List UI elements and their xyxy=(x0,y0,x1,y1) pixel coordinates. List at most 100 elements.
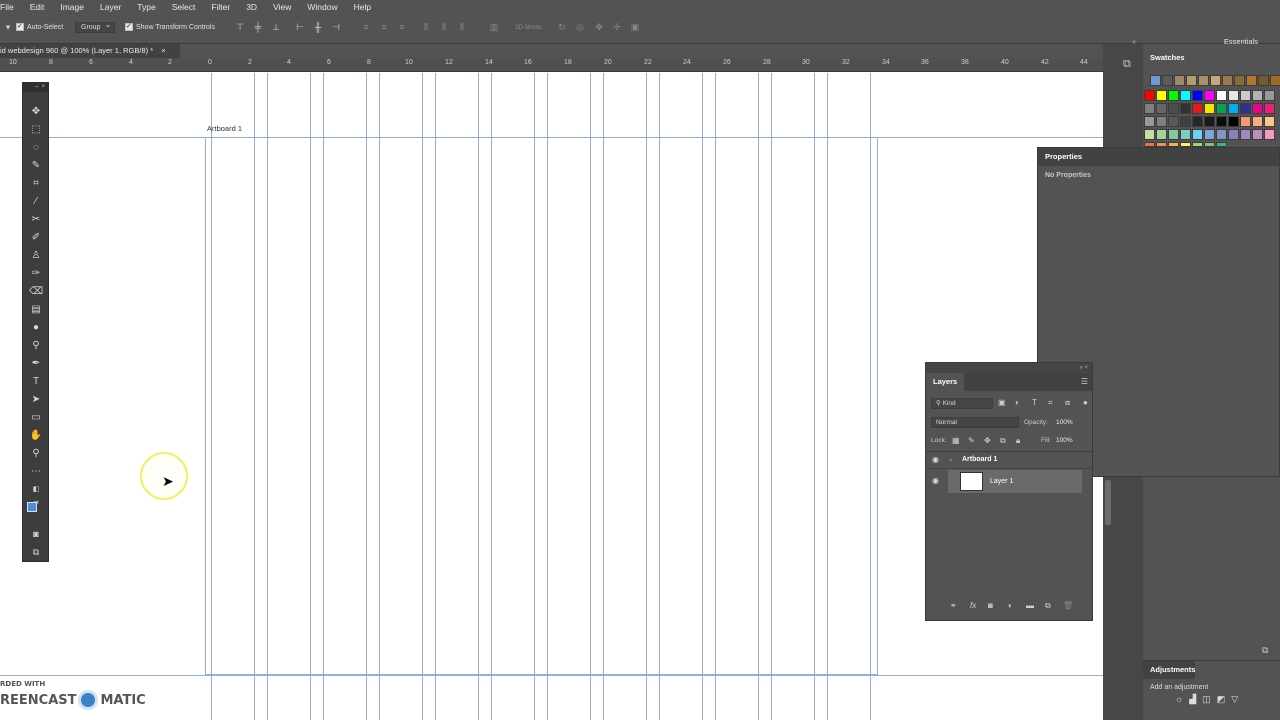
distribute-right-icon[interactable]: ⦀ xyxy=(457,22,467,32)
swatch[interactable] xyxy=(1192,129,1203,140)
fill-input[interactable]: 100% xyxy=(1056,437,1073,444)
swatch[interactable] xyxy=(1270,75,1280,86)
swatch[interactable] xyxy=(1180,103,1191,114)
more-icon[interactable]: ⋯ xyxy=(29,465,43,479)
3d-scale-icon[interactable]: ▣ xyxy=(630,22,640,32)
lock-all-icon[interactable]: 🔒︎ xyxy=(1016,436,1020,446)
zoom-icon[interactable]: ⚲ xyxy=(29,447,43,461)
eyedropper-icon[interactable]: ⁄ xyxy=(29,195,43,209)
distribute-bottom-icon[interactable]: ≡ xyxy=(397,22,407,32)
panel-menu-icon[interactable]: ☰ xyxy=(1081,377,1088,386)
rectangle-icon[interactable]: ▭ xyxy=(29,411,43,425)
adjustments-tab[interactable]: Adjustments xyxy=(1143,661,1195,679)
swatch[interactable] xyxy=(1252,129,1263,140)
swatch[interactable] xyxy=(1228,116,1239,127)
menu-help[interactable]: Help xyxy=(346,2,379,12)
swatch[interactable] xyxy=(1186,75,1197,86)
swatch[interactable] xyxy=(1264,116,1275,127)
swatch[interactable] xyxy=(1180,129,1191,140)
align-bottom-icon[interactable]: ⊥ xyxy=(271,22,281,32)
swatch[interactable] xyxy=(1216,103,1227,114)
properties-tab[interactable]: Properties xyxy=(1038,148,1279,166)
align-top-icon[interactable]: ⊤ xyxy=(235,22,245,32)
lock-position-icon[interactable]: ✥ xyxy=(984,436,991,445)
swatch[interactable] xyxy=(1198,75,1209,86)
document-tab[interactable]: id webdesign 960 @ 100% (Layer 1, RGB/8)… xyxy=(0,44,180,58)
collapse-dock-icon[interactable]: « xyxy=(1132,39,1136,46)
swatch[interactable] xyxy=(1216,90,1227,101)
menu-select[interactable]: Select xyxy=(164,2,204,12)
menu-type[interactable]: Type xyxy=(129,2,163,12)
filter-image-icon[interactable]: ▣ xyxy=(998,398,1006,407)
scrollbar-thumb[interactable] xyxy=(1105,480,1111,525)
gradient-icon[interactable]: ▤ xyxy=(29,303,43,317)
layer-row-layer1[interactable]: ◉ Layer 1 xyxy=(926,470,1092,493)
quick-select-icon[interactable]: ✎ xyxy=(29,159,43,173)
link-layers-icon[interactable]: ⚭ xyxy=(950,601,957,610)
swatch[interactable] xyxy=(1252,116,1263,127)
swatch[interactable] xyxy=(1168,90,1179,101)
menu-3d[interactable]: 3D xyxy=(238,2,265,12)
distribute-hcenter-icon[interactable]: ⦀ xyxy=(439,22,449,32)
swatch[interactable] xyxy=(1216,116,1227,127)
lock-pixels-icon[interactable]: ✎ xyxy=(968,436,975,445)
marquee-icon[interactable]: ⬚ xyxy=(29,123,43,137)
distribute-top-icon[interactable]: ≡ xyxy=(361,22,371,32)
blur-icon[interactable]: ● xyxy=(29,321,43,335)
swatches-tab[interactable]: Swatches xyxy=(1143,51,1193,65)
layers-panel-header[interactable]: » × xyxy=(926,363,1092,373)
swatch[interactable] xyxy=(1174,75,1185,86)
menu-file[interactable]: File xyxy=(0,2,22,12)
filter-type-icon[interactable]: T xyxy=(1032,398,1037,407)
swatch[interactable] xyxy=(1180,90,1191,101)
healing-icon[interactable]: ✂ xyxy=(29,213,43,227)
swatch[interactable] xyxy=(1204,90,1215,101)
swatch[interactable] xyxy=(1162,75,1173,86)
swatch[interactable] xyxy=(1192,116,1203,127)
align-left-icon[interactable]: ⊢ xyxy=(295,22,305,32)
swatch[interactable] xyxy=(1204,116,1215,127)
lock-artboard-icon[interactable]: ⧉ xyxy=(1000,436,1006,446)
layers-tab[interactable]: Layers xyxy=(926,373,965,391)
filter-shape-icon[interactable]: ⌗ xyxy=(1048,398,1053,408)
pen-icon[interactable]: ✒ xyxy=(29,357,43,371)
history-panel-icon[interactable]: ⧉ xyxy=(1123,58,1131,71)
lasso-icon[interactable]: ◌ xyxy=(29,141,43,155)
swatch[interactable] xyxy=(1156,116,1167,127)
distribute-left-icon[interactable]: ⦀ xyxy=(421,22,431,32)
align-hcenter-icon[interactable]: ╫ xyxy=(313,22,323,32)
swatch[interactable] xyxy=(1216,129,1227,140)
new-layer-icon[interactable]: ⧉ xyxy=(1045,601,1051,611)
eraser-icon[interactable]: ⌫ xyxy=(29,285,43,299)
swatch[interactable] xyxy=(1222,75,1233,86)
swatch[interactable] xyxy=(1144,90,1155,101)
align-vcenter-icon[interactable]: ╪ xyxy=(253,22,263,32)
dodge-icon[interactable]: ⚲ xyxy=(29,339,43,353)
filter-adjustment-icon[interactable]: ◐ xyxy=(1015,398,1020,407)
swatch[interactable] xyxy=(1156,129,1167,140)
swatch[interactable] xyxy=(1168,103,1179,114)
levels-icon[interactable]: ▟ xyxy=(1189,694,1202,704)
swatch[interactable] xyxy=(1156,103,1167,114)
auto-select-checkbox[interactable]: Auto-Select xyxy=(16,22,63,31)
visibility-eye-icon[interactable]: ◉ xyxy=(932,476,939,485)
filter-toggle-icon[interactable]: ● xyxy=(1083,398,1088,407)
hand-icon[interactable]: ✋ xyxy=(29,429,43,443)
screen-mode-icon[interactable]: ⧉ xyxy=(29,545,43,559)
swatch[interactable] xyxy=(1228,90,1239,101)
menu-edit[interactable]: Edit xyxy=(22,2,53,12)
fx-icon[interactable]: fx xyxy=(970,601,976,610)
artboard-label[interactable]: Artboard 1 xyxy=(207,124,242,133)
swatch[interactable] xyxy=(1168,129,1179,140)
blend-mode-dropdown[interactable]: Normal xyxy=(931,417,1019,428)
swatch[interactable] xyxy=(1258,75,1269,86)
layer-row-artboard[interactable]: ◉ ⌄ Artboard 1 xyxy=(926,452,1092,469)
3d-slide-icon[interactable]: ✢ xyxy=(612,22,622,32)
move-icon[interactable]: ✥ xyxy=(29,105,43,119)
filter-smart-object-icon[interactable]: ⧈ xyxy=(1065,398,1070,408)
auto-align-icon[interactable]: ▥ xyxy=(489,22,499,32)
swatch[interactable] xyxy=(1240,103,1251,114)
swatch[interactable] xyxy=(1264,103,1275,114)
lock-transparency-icon[interactable]: ▦ xyxy=(952,436,960,445)
swatch[interactable] xyxy=(1144,103,1155,114)
